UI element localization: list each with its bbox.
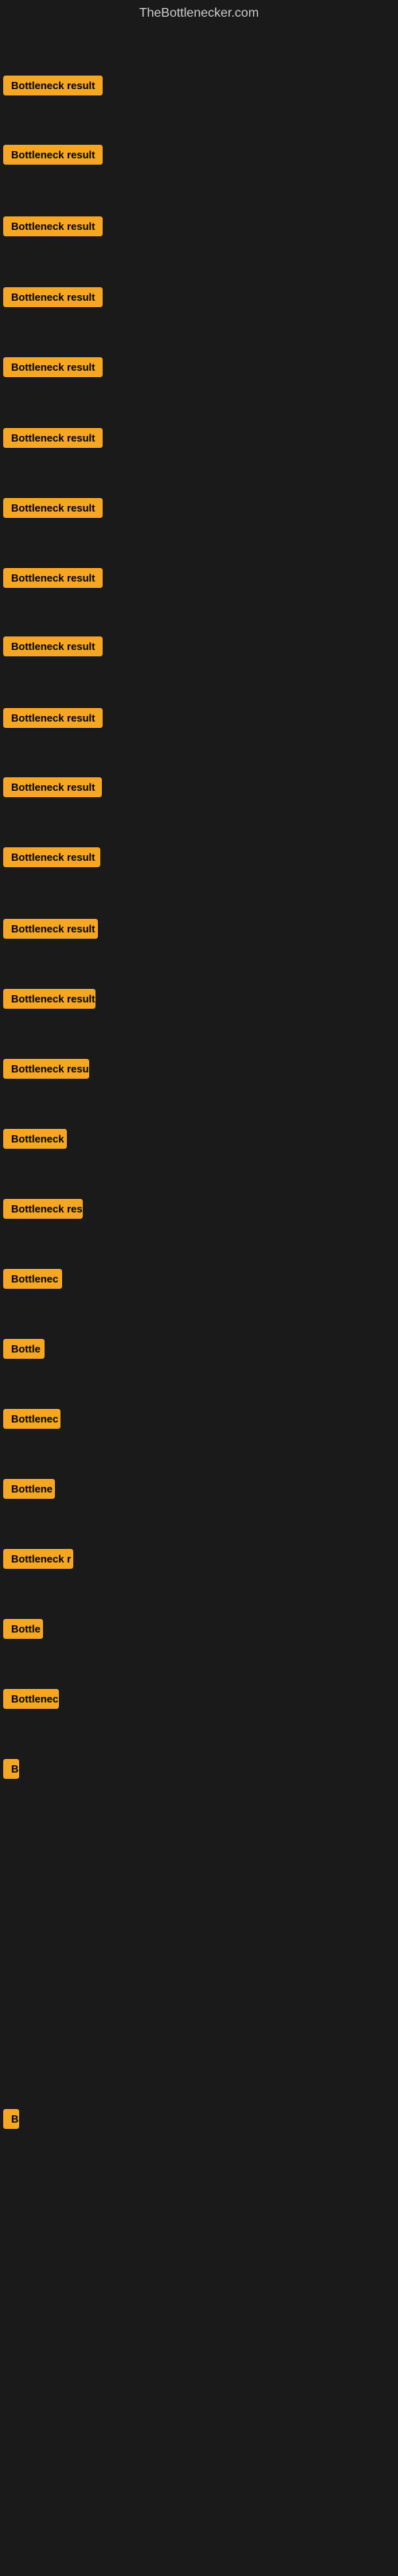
bottleneck-badge[interactable]: Bottleneck result	[3, 989, 96, 1009]
bottleneck-badge[interactable]: Bottlene	[3, 1479, 55, 1499]
bottleneck-badge[interactable]: Bottleneck result	[3, 636, 103, 656]
bottleneck-item: Bottleneck result	[3, 568, 103, 592]
bottleneck-item: Bottleneck result	[3, 989, 96, 1013]
bottleneck-item: Bottleneck result	[3, 145, 103, 169]
bottleneck-badge[interactable]: Bottleneck result	[3, 76, 103, 95]
bottleneck-badge[interactable]: Bottleneck result	[3, 216, 103, 236]
bottleneck-item: Bottleneck result	[3, 847, 100, 871]
bottleneck-badge[interactable]: Bottleneck result	[3, 287, 103, 307]
bottleneck-badge[interactable]: Bottle	[3, 1619, 43, 1639]
bottleneck-badge[interactable]: Bottleneck r	[3, 1549, 73, 1569]
bottleneck-badge[interactable]: Bottlenec	[3, 1689, 59, 1709]
bottleneck-badge[interactable]: Bottleneck	[3, 1129, 67, 1149]
bottleneck-item: Bottleneck result	[3, 357, 103, 381]
site-title: TheBottlenecker.com	[0, 0, 398, 30]
bottleneck-item: Bottlenec	[3, 1409, 60, 1433]
bottleneck-badge[interactable]: Bottleneck res	[3, 1199, 83, 1219]
bottleneck-item: B	[3, 2109, 19, 2133]
bottleneck-item: Bottleneck result	[3, 76, 103, 99]
bottleneck-badge[interactable]: Bottleneck result	[3, 145, 103, 165]
bottleneck-badge[interactable]: Bottleneck result	[3, 919, 98, 939]
bottleneck-badge[interactable]: Bottleneck resu	[3, 1059, 89, 1079]
bottleneck-item: Bottleneck result	[3, 708, 103, 732]
bottleneck-badge[interactable]: Bottleneck result	[3, 568, 103, 588]
bottleneck-item: Bottlenec	[3, 1269, 62, 1293]
bottleneck-badge[interactable]: Bottleneck result	[3, 498, 103, 518]
site-header: TheBottlenecker.com	[0, 0, 398, 30]
bottleneck-item: Bottle	[3, 1339, 45, 1363]
bottleneck-item: Bottleneck result	[3, 216, 103, 240]
bottleneck-badge[interactable]: B	[3, 2109, 19, 2129]
bottleneck-item: Bottlene	[3, 1479, 55, 1503]
bottleneck-item: Bottleneck result	[3, 919, 98, 943]
bottleneck-badge[interactable]: Bottleneck result	[3, 357, 103, 377]
bottleneck-item: Bottleneck res	[3, 1199, 83, 1223]
bottleneck-badge[interactable]: Bottleneck result	[3, 847, 100, 867]
items-container: Bottleneck result Bottleneck result Bottle…	[0, 30, 398, 2576]
bottleneck-item: Bottlenec	[3, 1689, 59, 1713]
bottleneck-badge[interactable]: B	[3, 1759, 19, 1779]
bottleneck-item: Bottleneck r	[3, 1549, 73, 1573]
bottleneck-item: Bottleneck result	[3, 498, 103, 522]
bottleneck-item: Bottleneck result	[3, 428, 103, 452]
bottleneck-item: Bottleneck	[3, 1129, 67, 1153]
bottleneck-item: Bottleneck result	[3, 636, 103, 660]
bottleneck-badge[interactable]: Bottlenec	[3, 1269, 62, 1289]
bottleneck-badge[interactable]: Bottlenec	[3, 1409, 60, 1429]
bottleneck-item: Bottleneck resu	[3, 1059, 89, 1083]
bottleneck-badge[interactable]: Bottleneck result	[3, 708, 103, 728]
bottleneck-item: Bottleneck result	[3, 777, 102, 801]
bottleneck-item: B	[3, 1759, 19, 1783]
bottleneck-badge[interactable]: Bottleneck result	[3, 428, 103, 448]
bottleneck-item: Bottle	[3, 1619, 43, 1643]
bottleneck-badge[interactable]: Bottleneck result	[3, 777, 102, 797]
bottleneck-badge[interactable]: Bottle	[3, 1339, 45, 1359]
bottleneck-item: Bottleneck result	[3, 287, 103, 311]
